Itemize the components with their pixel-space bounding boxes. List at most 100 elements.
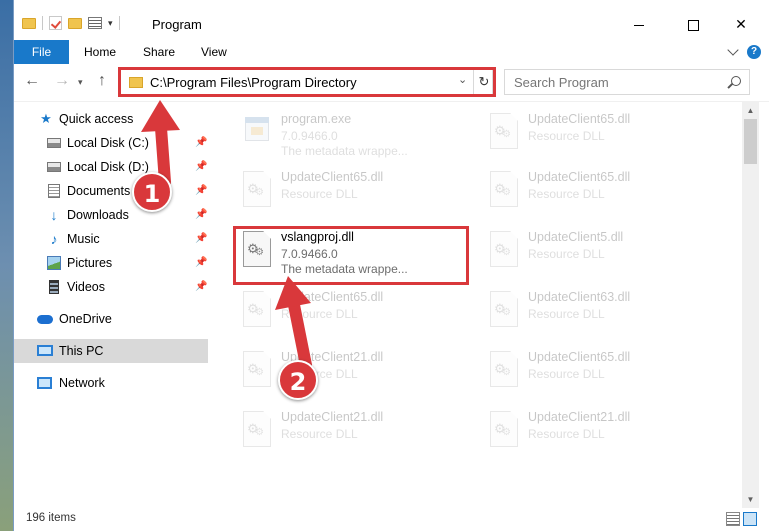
sidebar-item-pictures[interactable]: Pictures 📌 bbox=[14, 251, 208, 275]
file-name: UpdateClient65.dll bbox=[528, 350, 631, 364]
pin-icon[interactable]: 📌 bbox=[195, 131, 207, 155]
file-item[interactable]: program.exe 7.0.9466.0 The metadata wrap… bbox=[209, 106, 449, 164]
navigation-bar: ← → ▾ ↑ C:\Program Files\Program Directo… bbox=[14, 64, 769, 102]
chevron-down-icon[interactable]: ▾ bbox=[108, 18, 113, 29]
search-box[interactable]: Search Program bbox=[504, 69, 750, 95]
sidebar-item-label: Downloads bbox=[67, 208, 129, 222]
pin-icon[interactable]: 📌 bbox=[195, 251, 207, 275]
file-name: UpdateClient21.dll bbox=[281, 410, 384, 424]
scroll-up-icon[interactable]: ▲ bbox=[742, 102, 759, 119]
file-list: program.exe 7.0.9466.0 The metadata wrap… bbox=[209, 102, 741, 508]
forward-arrow-icon[interactable]: → bbox=[54, 72, 70, 90]
file-description: Resource DLL bbox=[528, 129, 605, 143]
customize-toolbar-icon[interactable] bbox=[88, 17, 102, 29]
tab-view[interactable]: View bbox=[201, 40, 227, 64]
search-icon[interactable] bbox=[731, 76, 741, 86]
scroll-thumb[interactable] bbox=[744, 119, 757, 164]
file-version: 7.0.9466.0 bbox=[281, 129, 338, 143]
disk-icon bbox=[47, 138, 61, 148]
close-button[interactable]: ✕ bbox=[718, 10, 764, 40]
minimize-button[interactable] bbox=[616, 10, 662, 40]
sidebar-item-local-disk-c[interactable]: Local Disk (C:) 📌 bbox=[14, 131, 208, 155]
expand-ribbon-icon[interactable] bbox=[727, 44, 739, 56]
sidebar-item-this-pc[interactable]: This PC bbox=[14, 339, 208, 363]
file-item[interactable]: UpdateClient21.dll Resource DLL bbox=[209, 404, 449, 462]
file-item[interactable]: UpdateClient65.dll Resource DLL bbox=[456, 164, 696, 222]
dll-file-icon bbox=[243, 411, 271, 447]
sidebar-item-onedrive[interactable]: OneDrive bbox=[14, 307, 208, 331]
file-item[interactable]: UpdateClient65.dll Resource DLL bbox=[456, 344, 696, 402]
sidebar-item-local-disk-d[interactable]: Local Disk (D:) 📌 bbox=[14, 155, 208, 179]
file-item[interactable]: UpdateClient21.dll Resource DLL bbox=[456, 404, 696, 462]
sidebar-item-label: This PC bbox=[59, 344, 104, 358]
file-description: Resource DLL bbox=[281, 307, 358, 321]
file-name: UpdateClient65.dll bbox=[528, 170, 631, 184]
sidebar-item-quick-access[interactable]: ★ Quick access bbox=[14, 107, 208, 131]
pin-icon[interactable]: 📌 bbox=[195, 155, 207, 179]
pin-icon[interactable]: 📌 bbox=[195, 275, 207, 299]
sidebar-item-network[interactable]: Network bbox=[14, 371, 208, 395]
file-highlight-box bbox=[233, 226, 469, 285]
file-description: Resource DLL bbox=[528, 247, 605, 261]
dll-file-icon bbox=[490, 113, 518, 149]
pin-icon[interactable]: 📌 bbox=[195, 227, 207, 251]
maximize-icon bbox=[687, 19, 699, 31]
separator bbox=[42, 16, 43, 30]
videos-icon bbox=[49, 280, 59, 294]
up-arrow-icon[interactable]: ↑ bbox=[98, 72, 106, 90]
ribbon-controls: ? bbox=[727, 44, 761, 59]
maximize-button[interactable] bbox=[670, 10, 716, 40]
scroll-down-icon[interactable]: ▼ bbox=[742, 491, 759, 508]
file-description: Resource DLL bbox=[528, 367, 605, 381]
folder-icon bbox=[22, 17, 36, 29]
minimize-icon bbox=[634, 24, 644, 26]
details-view-icon[interactable] bbox=[726, 512, 740, 526]
sidebar-item-downloads[interactable]: ↓ Downloads 📌 bbox=[14, 203, 208, 227]
star-icon: ★ bbox=[40, 111, 52, 126]
vertical-scrollbar[interactable]: ▲ ▼ bbox=[742, 102, 759, 508]
sidebar-item-label: Videos bbox=[67, 280, 105, 294]
sidebar-item-label: Pictures bbox=[67, 256, 113, 270]
ribbon-tabs: File Home Share View ? bbox=[14, 40, 769, 64]
sidebar-item-documents[interactable]: Documents 📌 bbox=[14, 179, 208, 203]
sidebar-item-label: OneDrive bbox=[59, 312, 112, 326]
recent-locations-chevron-icon[interactable]: ▾ bbox=[78, 77, 83, 88]
dll-file-icon bbox=[490, 411, 518, 447]
file-name: UpdateClient63.dll bbox=[528, 290, 631, 304]
file-description: Resource DLL bbox=[281, 187, 358, 201]
search-placeholder: Search Program bbox=[514, 75, 609, 90]
file-item[interactable]: UpdateClient5.dll Resource DLL bbox=[456, 224, 696, 282]
explorer-window: ▾ Program ✕ File Home Share View ? ← → ▾… bbox=[13, 0, 769, 531]
file-item[interactable]: UpdateClient65.dll Resource DLL bbox=[456, 106, 696, 164]
dll-file-icon bbox=[243, 351, 271, 387]
sidebar-item-music[interactable]: ♪ Music 📌 bbox=[14, 227, 208, 251]
downloads-icon: ↓ bbox=[50, 207, 58, 223]
sidebar-item-label: Local Disk (D:) bbox=[67, 160, 149, 174]
music-icon: ♪ bbox=[50, 231, 58, 247]
tiles-view-icon[interactable] bbox=[743, 512, 757, 526]
tab-home[interactable]: Home bbox=[84, 40, 116, 64]
sidebar-item-videos[interactable]: Videos 📌 bbox=[14, 275, 208, 299]
onedrive-icon bbox=[37, 315, 53, 324]
file-item[interactable]: UpdateClient65.dll Resource DLL bbox=[209, 164, 449, 222]
window-title: Program bbox=[152, 17, 202, 32]
help-icon[interactable]: ? bbox=[747, 45, 761, 59]
tab-file[interactable]: File bbox=[14, 40, 69, 64]
properties-check-icon[interactable] bbox=[49, 16, 62, 30]
title-bar: ▾ Program ✕ bbox=[14, 0, 769, 40]
file-description: The metadata wrappe... bbox=[281, 144, 408, 158]
back-arrow-icon[interactable]: ← bbox=[24, 72, 40, 90]
tab-share[interactable]: Share bbox=[143, 40, 175, 64]
new-folder-icon[interactable] bbox=[68, 17, 82, 29]
dll-file-icon bbox=[243, 291, 271, 327]
file-item[interactable]: UpdateClient65.dll Resource DLL bbox=[209, 284, 449, 342]
this-pc-icon bbox=[37, 345, 53, 356]
dll-file-icon bbox=[490, 291, 518, 327]
dll-file-icon bbox=[243, 171, 271, 207]
file-item[interactable]: UpdateClient21.dll Resource DLL bbox=[209, 344, 449, 402]
pin-icon[interactable]: 📌 bbox=[195, 203, 207, 227]
step-1-badge: 1 bbox=[132, 172, 172, 212]
pin-icon[interactable]: 📌 bbox=[195, 179, 207, 203]
file-description: Resource DLL bbox=[281, 427, 358, 441]
file-item[interactable]: UpdateClient63.dll Resource DLL bbox=[456, 284, 696, 342]
